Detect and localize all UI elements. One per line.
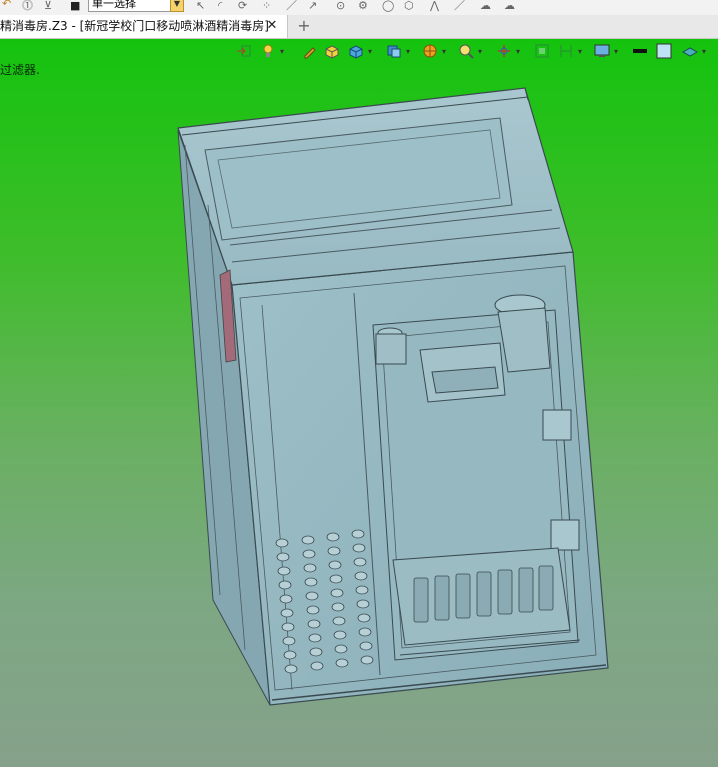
filter-icon[interactable]: ⊻ <box>44 0 52 11</box>
selection-filter-value: 单一选择 <box>92 0 136 10</box>
stop-icon[interactable]: ■ <box>70 0 80 11</box>
top-toolbar: ↶ ⓵ ⊻ ■ 单一选择 ▼ ↖ ◜ ⟳ ⁘ ／ ↗ ⊙ ⚙ ◯ ⬡ ⋀ ／ ☁… <box>0 0 718 16</box>
arrow-line-icon[interactable]: ↗ <box>308 0 317 11</box>
info-icon[interactable]: ⓵ <box>22 0 33 11</box>
sketch-line-icon[interactable]: ／ <box>286 0 297 11</box>
door-hinge-upper <box>542 409 572 441</box>
rotate-icon[interactable]: ⟳ <box>238 0 247 11</box>
door-hinge-lower <box>550 519 580 551</box>
add-tab-button[interactable]: + <box>296 15 312 38</box>
tank-neck <box>375 333 407 365</box>
3d-model-disinfection-booth[interactable] <box>0 39 718 767</box>
circle-icon[interactable]: ⊙ <box>336 0 345 11</box>
undo-icon[interactable]: ↶ <box>2 0 11 9</box>
sketch-arc-icon[interactable]: ◜ <box>218 0 222 11</box>
sketch-points-icon[interactable]: ⁘ <box>262 0 271 11</box>
cloud-icon[interactable]: ☁ <box>504 0 515 11</box>
circle-icon[interactable]: ◯ <box>382 0 394 11</box>
gear-icon[interactable]: ⚙ <box>358 0 368 11</box>
cloud-icon[interactable]: ☁ <box>480 0 491 11</box>
select-pointer-icon[interactable]: ↖ <box>196 0 205 11</box>
tab-document[interactable]: 精消毒房.Z3 - [新冠学校门口移动喷淋酒精消毒房] <box>0 15 288 38</box>
tank-handle-grip <box>431 366 499 394</box>
document-tab-bar: 精消毒房.Z3 - [新冠学校门口移动喷淋酒精消毒房] ✕ + <box>0 15 718 39</box>
selection-filter-select[interactable]: 单一选择 ▼ <box>88 0 184 12</box>
close-icon[interactable]: ✕ <box>264 15 280 38</box>
polygon-icon[interactable]: ⬡ <box>404 0 414 11</box>
3d-viewport[interactable]: 过滤器. ▾ ▾ ▾ ▾ ▾ ▾ ▾ ▾ ▾ <box>0 39 718 767</box>
vertex-icon[interactable]: ⋀ <box>430 0 439 11</box>
tab-document-label: 精消毒房.Z3 - [新冠学校门口移动喷淋酒精消毒房] <box>0 19 269 33</box>
sketch-line-icon[interactable]: ／ <box>454 0 465 11</box>
chevron-down-icon[interactable]: ▼ <box>170 0 184 12</box>
